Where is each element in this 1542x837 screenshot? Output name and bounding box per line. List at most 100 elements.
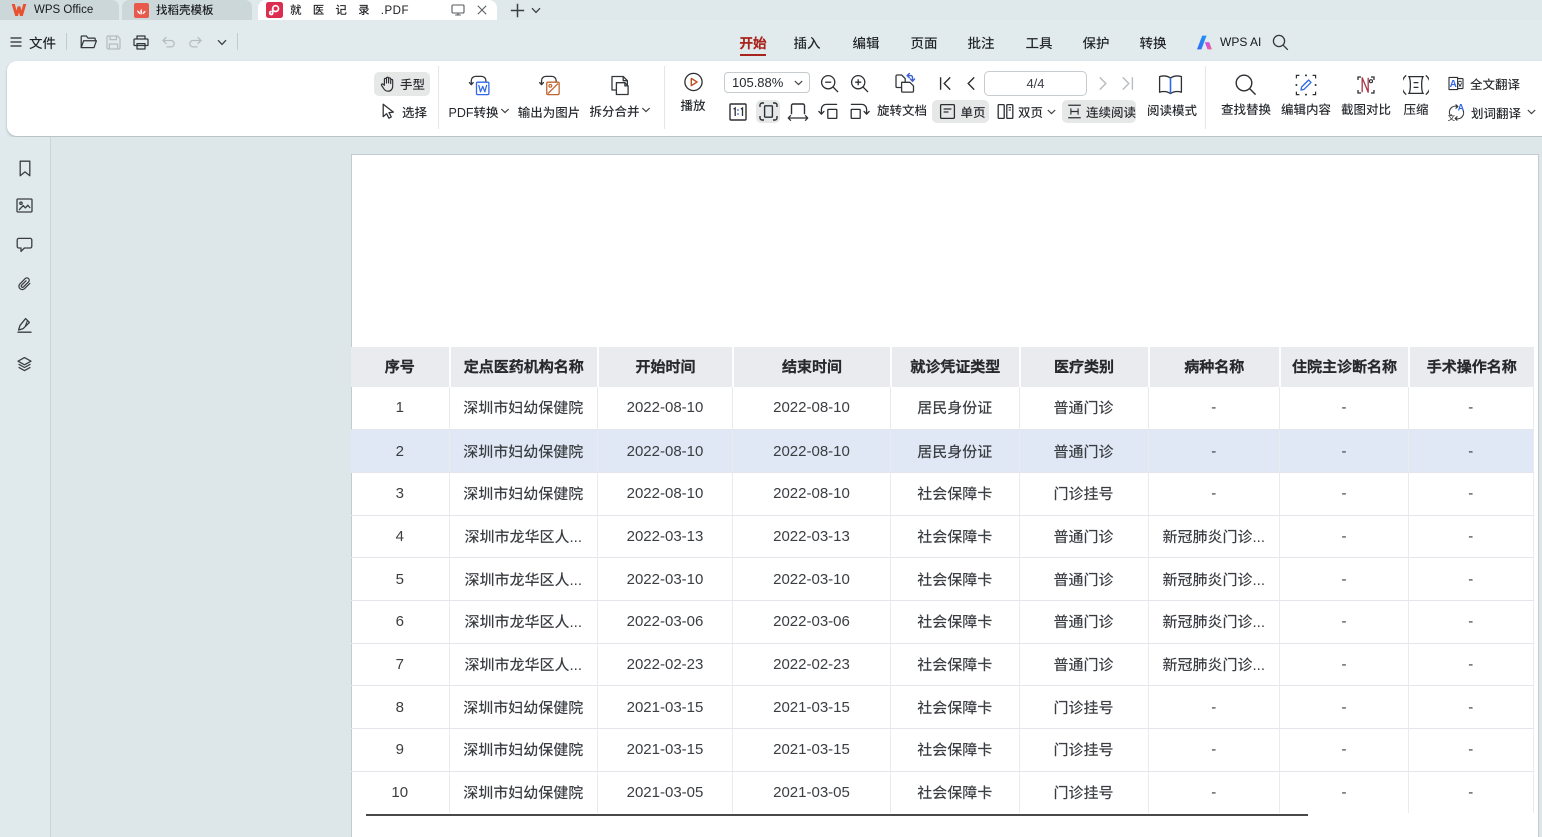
single-page-button[interactable]: 单页 — [932, 100, 989, 123]
page-number-input[interactable]: 4/4 — [984, 71, 1087, 96]
table-cell: 6 — [351, 600, 449, 643]
table-row[interactable]: 8深圳市妇幼保健院2021-03-152021-03-15社会保障卡门诊挂号--… — [351, 685, 1534, 728]
attachment-icon[interactable] — [16, 276, 33, 293]
prev-page-icon[interactable] — [960, 72, 980, 94]
word-translate-icon: 文A — [1448, 104, 1465, 121]
split-merge-button[interactable]: 拆分合并 — [589, 74, 650, 118]
table-row[interactable]: 3深圳市妇幼保健院2022-08-102022-08-10社会保障卡门诊挂号--… — [351, 472, 1534, 515]
double-page-icon — [997, 103, 1014, 120]
tab-wps-office[interactable]: WPS Office — [0, 0, 119, 20]
print-icon[interactable] — [130, 31, 152, 53]
table-row[interactable]: 4深圳市龙华区人...2022-03-132022-03-13社会保障卡普通门诊… — [351, 515, 1534, 558]
close-tab-icon[interactable] — [474, 0, 490, 20]
monitor-icon[interactable] — [449, 0, 467, 20]
select-tool-button[interactable]: 选择 — [374, 99, 430, 123]
zoom-level-combobox[interactable]: 105.88% — [724, 72, 810, 93]
table-row[interactable]: 10深圳市妇幼保健院2021-03-052021-03-05社会保障卡门诊挂号-… — [351, 771, 1534, 814]
quick-access-chevron-icon[interactable] — [211, 31, 233, 53]
table-cell: 4 — [351, 515, 449, 558]
table-cell: 社会保障卡 — [890, 771, 1019, 814]
comment-icon[interactable] — [16, 236, 33, 253]
zoom-out-icon[interactable] — [818, 73, 842, 95]
export-image-label: 输出为图片 — [518, 102, 581, 121]
table-cell: 深圳市妇幼保健院 — [449, 387, 598, 430]
table-header-cell: 结束时间 — [732, 347, 890, 387]
last-page-icon[interactable] — [1117, 72, 1137, 94]
redo-icon[interactable] — [185, 31, 207, 53]
next-page-icon[interactable] — [1093, 72, 1113, 94]
ribbon-tab-insert[interactable]: 插入 — [780, 29, 834, 55]
ribbon-tab-comment[interactable]: 批注 — [954, 29, 1008, 55]
signature-icon[interactable] — [16, 316, 33, 333]
play-label: 播放 — [680, 95, 705, 114]
ribbon-tab-protect[interactable]: 保护 — [1069, 29, 1123, 55]
hand-tool-button[interactable]: 手型 — [374, 72, 430, 96]
continuous-read-label: 连续阅读 — [1086, 102, 1136, 121]
first-page-icon[interactable] — [935, 72, 955, 94]
continuous-read-button[interactable]: 连续阅读 — [1062, 100, 1136, 123]
bookmark-icon[interactable] — [16, 160, 33, 177]
table-cell: 普通门诊 — [1019, 557, 1148, 600]
ribbon-tab-edit[interactable]: 编辑 — [839, 29, 893, 55]
tab-docer-templates[interactable]: 找稻壳模板 — [122, 0, 252, 20]
play-button[interactable]: 播放 — [680, 72, 705, 112]
hand-tool-label: 手型 — [400, 74, 425, 93]
table-cell: 社会保障卡 — [890, 685, 1019, 728]
wps-ai-button[interactable]: WPS AI — [1195, 29, 1261, 55]
find-replace-button[interactable]: 查找替换 — [1221, 73, 1271, 116]
tab-list-chevron-icon[interactable] — [528, 0, 544, 20]
thumbnail-icon[interactable] — [16, 197, 33, 214]
fit-page-icon[interactable] — [756, 100, 780, 123]
table-cell: 深圳市妇幼保健院 — [449, 685, 598, 728]
rotate-doc-label[interactable]: 旋转文档 — [877, 100, 927, 123]
file-menu-button[interactable]: 文件 — [10, 32, 56, 52]
layers-icon[interactable] — [16, 356, 33, 373]
table-header-row[interactable]: 序号定点医药机构名称开始时间结束时间就诊凭证类型医疗类别病种名称住院主诊断名称手… — [351, 347, 1534, 387]
zoom-in-icon[interactable] — [848, 73, 872, 95]
table-row[interactable]: 1深圳市妇幼保健院2022-08-102022-08-10居民身份证普通门诊--… — [351, 387, 1534, 430]
ribbon-tab-convert[interactable]: 转换 — [1126, 29, 1180, 55]
read-mode-label[interactable]: 阅读模式 — [1147, 100, 1197, 123]
undo-icon[interactable] — [157, 31, 179, 53]
edit-content-button[interactable]: 编辑内容 — [1281, 73, 1331, 116]
table-cell: 门诊挂号 — [1019, 728, 1148, 771]
table-row[interactable]: 7深圳市龙华区人...2022-02-232022-02-23社会保障卡普通门诊… — [351, 643, 1534, 686]
tab-label: WPS Office — [34, 4, 93, 16]
read-mode-icon[interactable] — [1156, 73, 1184, 97]
table-row[interactable]: 6深圳市龙华区人...2022-03-062022-03-06社会保障卡普通门诊… — [351, 600, 1534, 643]
table-cell: 2022-08-10 — [597, 472, 732, 515]
menu-row: 文件 开始 插入 编辑 页面 批注 工具 保护 转换 — [0, 20, 1542, 61]
table-cell: 新冠肺炎门诊... — [1148, 557, 1280, 600]
table-header-cell: 序号 — [351, 347, 449, 387]
ribbon-tab-tools[interactable]: 工具 — [1012, 29, 1066, 55]
ribbon-tab-label: 页面 — [911, 32, 938, 52]
table-cell: 普通门诊 — [1019, 643, 1148, 686]
screenshot-compare-button[interactable]: 截图对比 — [1341, 73, 1391, 116]
pdf-convert-button[interactable]: PDF转换 — [448, 74, 509, 119]
table-row[interactable]: 9深圳市妇幼保健院2021-03-152021-03-15社会保障卡门诊挂号--… — [351, 728, 1534, 771]
fit-width-icon[interactable] — [786, 100, 810, 123]
rotate-pages-icon[interactable] — [891, 70, 919, 96]
compress-button[interactable]: 压缩 — [1403, 73, 1429, 116]
separator — [1205, 66, 1206, 129]
ribbon-tab-home[interactable]: 开始 — [726, 29, 780, 55]
open-file-icon[interactable] — [77, 31, 99, 53]
table-cell: 社会保障卡 — [890, 643, 1019, 686]
svg-text:文: 文 — [1448, 112, 1456, 121]
table-row[interactable]: 2深圳市妇幼保健院2022-08-102022-08-10居民身份证普通门诊--… — [351, 429, 1534, 472]
rotate-left-icon[interactable] — [817, 100, 841, 123]
full-translate-button[interactable]: A 全文翻译 — [1448, 74, 1520, 92]
save-icon[interactable] — [102, 31, 124, 53]
actual-size-icon[interactable] — [726, 100, 750, 123]
ribbon-tab-label: 插入 — [794, 32, 821, 52]
search-icon[interactable] — [1269, 31, 1291, 53]
export-image-button[interactable]: 输出为图片 — [518, 74, 581, 119]
rotate-right-icon[interactable] — [848, 100, 872, 123]
table-header-cell: 开始时间 — [597, 347, 732, 387]
ribbon-tab-page[interactable]: 页面 — [897, 29, 951, 55]
double-page-button[interactable]: 双页 — [997, 100, 1059, 123]
table-cell: 2022-08-10 — [732, 429, 890, 472]
table-row[interactable]: 5深圳市龙华区人...2022-03-102022-03-10社会保障卡普通门诊… — [351, 557, 1534, 600]
new-tab-icon[interactable] — [505, 0, 529, 20]
word-translate-button[interactable]: 文A 划词翻译 — [1448, 103, 1536, 121]
